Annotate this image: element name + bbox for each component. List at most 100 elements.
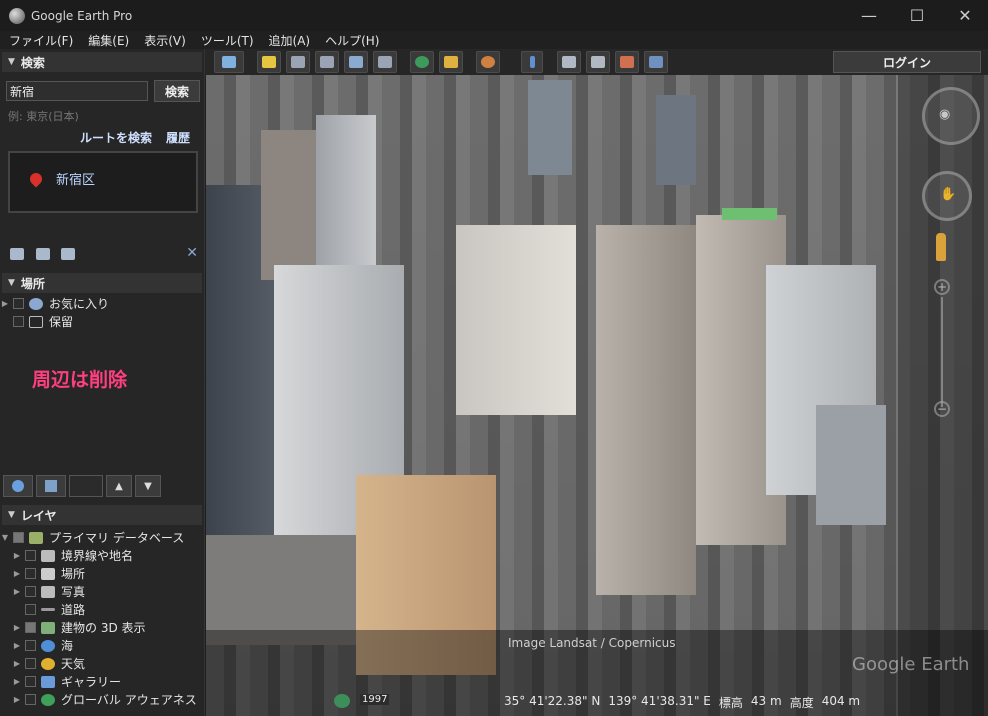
layer-photos[interactable]: ▶ 写真 xyxy=(0,583,202,600)
ruler-button[interactable] xyxy=(521,51,543,73)
checkbox[interactable] xyxy=(13,298,24,309)
menu-view[interactable]: 表示(V) xyxy=(144,32,186,49)
expand-arrow-icon[interactable]: ▶ xyxy=(12,641,22,650)
close-icon[interactable]: ✕ xyxy=(186,245,198,261)
layer-gallery[interactable]: ▶ ギャラリー xyxy=(0,673,202,690)
folder-icon xyxy=(29,315,43,328)
folder-add-icon[interactable] xyxy=(10,248,24,260)
checkbox[interactable] xyxy=(25,622,36,633)
blank-field[interactable] xyxy=(69,475,103,497)
imagery-year: 1997 xyxy=(360,694,390,705)
planets-button[interactable] xyxy=(476,51,500,73)
look-around-control[interactable] xyxy=(922,87,980,145)
checkbox[interactable] xyxy=(13,532,24,543)
close-button[interactable]: ✕ xyxy=(942,0,988,31)
tree-item-label: 天気 xyxy=(61,657,86,671)
layer-borders[interactable]: ▶ 境界線や地名 xyxy=(0,547,202,564)
history-link[interactable]: 履歴 xyxy=(166,129,190,146)
menu-file[interactable]: ファイル(F) xyxy=(9,32,73,49)
sunlight-button[interactable] xyxy=(439,51,463,73)
layer-roads[interactable]: 道路 xyxy=(0,601,202,618)
menu-edit[interactable]: 編集(E) xyxy=(88,32,129,49)
expand-arrow-icon[interactable]: ▶ xyxy=(12,623,22,632)
checkbox[interactable] xyxy=(25,658,36,669)
image-overlay-button[interactable] xyxy=(344,51,368,73)
map-viewport[interactable]: ◉ ✋ + − Image Landsat / Copernicus Googl… xyxy=(206,75,988,716)
panel-tab-button[interactable] xyxy=(36,475,66,497)
checkbox[interactable] xyxy=(25,604,36,615)
search-hint: 例: 東京(日本) xyxy=(8,110,79,123)
checkbox[interactable] xyxy=(25,676,36,687)
expand-arrow-icon[interactable]: ▶ xyxy=(12,569,22,578)
copy-icon[interactable] xyxy=(36,248,50,260)
road-icon xyxy=(41,608,55,611)
move-up-button[interactable]: ▲ xyxy=(106,475,132,497)
print-button[interactable] xyxy=(586,51,610,73)
zoom-in-button[interactable]: + xyxy=(934,279,950,295)
map-building xyxy=(528,80,572,175)
zoom-slider[interactable] xyxy=(941,297,943,407)
search-input[interactable] xyxy=(6,81,148,101)
historical-clock-icon[interactable] xyxy=(334,694,350,708)
checkbox[interactable] xyxy=(25,640,36,651)
checkbox[interactable] xyxy=(25,550,36,561)
placemark-button[interactable] xyxy=(257,51,281,73)
menu-tools[interactable]: ツール(T) xyxy=(201,32,254,49)
layer-primary-database[interactable]: ▼ プライマリ データベース xyxy=(0,529,202,546)
tree-item-pending[interactable]: 保留 xyxy=(0,313,202,330)
expand-arrow-icon[interactable]: ▼ xyxy=(0,533,10,542)
expand-arrow-icon[interactable]: ▶ xyxy=(12,587,22,596)
sidebar-toggle-button[interactable] xyxy=(214,51,244,73)
minimize-button[interactable]: — xyxy=(846,0,892,31)
polygon-button[interactable] xyxy=(286,51,310,73)
altitude-value: 404 m xyxy=(821,694,861,708)
historical-imagery-button[interactable] xyxy=(410,51,434,73)
map-building xyxy=(816,405,886,525)
expand-arrow-icon[interactable]: ▶ xyxy=(0,299,10,308)
annotation-text: 周辺は削除 xyxy=(32,369,128,391)
path-button[interactable] xyxy=(315,51,339,73)
flag-icon xyxy=(41,549,55,562)
checkbox[interactable] xyxy=(25,568,36,579)
save-image-button[interactable] xyxy=(615,51,639,73)
search-panel-header[interactable]: ▼ 検索 xyxy=(2,52,202,72)
tree-item-label: 保留 xyxy=(49,315,74,329)
street-view-pegman-icon[interactable] xyxy=(936,233,946,261)
tour-button[interactable] xyxy=(373,51,397,73)
login-button[interactable]: ログイン xyxy=(833,51,981,73)
search-result-item[interactable]: 新宿区 xyxy=(56,169,95,188)
tree-item-favorites[interactable]: ▶ お気に入り xyxy=(0,295,202,312)
map-building xyxy=(206,535,356,645)
move-down-button[interactable]: ▼ xyxy=(135,475,161,497)
email-button[interactable] xyxy=(557,51,581,73)
search-button[interactable]: 検索 xyxy=(154,80,200,102)
checkbox[interactable] xyxy=(25,694,36,705)
expand-arrow-icon[interactable]: ▶ xyxy=(12,677,22,686)
route-search-link[interactable]: ルートを検索 xyxy=(80,129,152,146)
expand-arrow-icon[interactable]: ▶ xyxy=(12,695,22,704)
altitude-label: 高度 xyxy=(789,696,814,710)
expand-arrow-icon[interactable]: ▶ xyxy=(12,551,22,560)
layer-ocean[interactable]: ▶ 海 xyxy=(0,637,202,654)
menu-help[interactable]: ヘルプ(H) xyxy=(325,32,379,49)
search-tab-button[interactable] xyxy=(3,475,33,497)
zoom-out-button[interactable]: − xyxy=(934,401,950,417)
places-panel-title: 場所 xyxy=(20,276,45,291)
checkbox[interactable] xyxy=(13,316,24,327)
menu-add[interactable]: 追加(A) xyxy=(269,32,311,49)
layers-panel-header[interactable]: ▼ レイヤ xyxy=(2,505,202,525)
layer-weather[interactable]: ▶ 天気 xyxy=(0,655,202,672)
layer-3d-buildings[interactable]: ▶ 建物の 3D 表示 xyxy=(0,619,202,636)
print-small-icon[interactable] xyxy=(61,248,75,260)
maximize-button[interactable]: ☐ xyxy=(894,0,940,31)
map-view-icon xyxy=(649,56,663,68)
map-building xyxy=(596,225,696,595)
checkbox[interactable] xyxy=(25,586,36,597)
expand-arrow-icon[interactable]: ▶ xyxy=(12,659,22,668)
layer-global-awareness[interactable]: ▶ グローバル アウェアネス xyxy=(0,691,202,708)
window-title: Google Earth Pro xyxy=(31,8,133,23)
map-view-button[interactable] xyxy=(644,51,668,73)
photo-icon xyxy=(41,585,55,598)
layer-places[interactable]: ▶ 場所 xyxy=(0,565,202,582)
places-panel-header[interactable]: ▼ 場所 xyxy=(2,273,202,293)
